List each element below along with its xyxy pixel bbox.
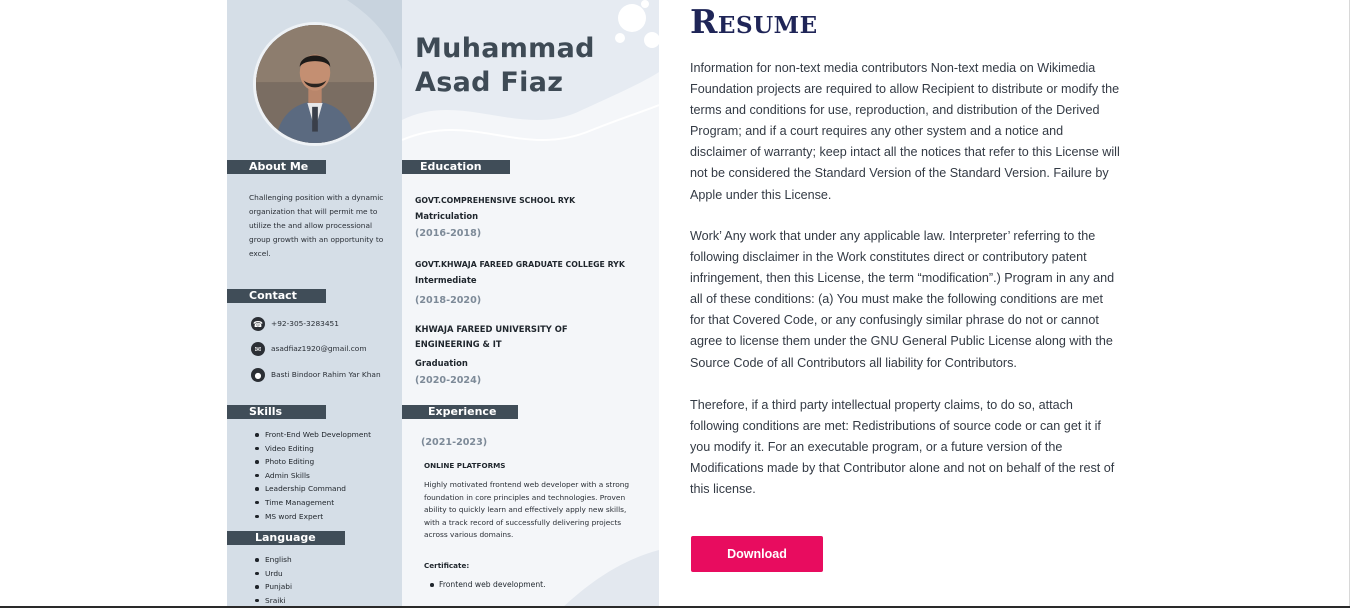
certificate-list: Frontend web development. [430,578,546,592]
language-header: Language [227,531,345,545]
about-me-header: About Me [227,160,326,174]
contact-header: Contact [227,289,326,303]
paragraph-1: Information for non-text media contribut… [690,61,1120,202]
years: (2016-2018) [415,228,482,239]
page-title: Resume [690,2,818,41]
list-item: Admin Skills [255,469,371,483]
degree: Graduation [415,358,468,368]
name-line-2: Asad Fiaz [415,67,564,98]
experience-company: ONLINE PLATFORMS [424,461,506,470]
education-entry-2: GOVT.KHWAJA FAREED GRADUATE COLLEGE RYK … [415,257,625,309]
paragraph-3: Therefore, if a third party intellectual… [690,398,1115,497]
list-item: Leadership Command [255,482,371,496]
list-item: MS word Expert [255,510,371,524]
school-name: GOVT.COMPREHENSIVE SCHOOL RYK [415,196,576,205]
list-item: Frontend web development. [430,578,546,592]
experience-header: Experience [402,405,518,419]
person-avatar-icon [256,25,374,143]
phone-text: +92-305-3283451 [271,319,339,328]
experience-description: Highly motivated frontend web developer … [424,480,630,540]
contact-phone: ☎ +92-305-3283451 [251,317,389,331]
email-icon: ✉ [251,342,265,356]
education-header: Education [402,160,510,174]
degree: Matriculation [415,211,479,221]
list-item: Time Management [255,496,371,510]
profile-photo [253,22,377,146]
email-text: asadfiaz1920@gmail.com [271,344,367,353]
location-pin-icon: ● [251,368,265,382]
years: (2020-2024) [415,375,482,386]
download-button[interactable]: Download [691,536,823,572]
degree: Intermediate [415,275,477,285]
phone-icon: ☎ [251,317,265,331]
school-name: KHWAJA FAREED UNIVERSITY OF ENGINEERING … [415,324,568,349]
experience-years: (2021-2023) [421,437,488,448]
contact-address: ● Basti Bindoor Rahim Yar Khan [251,368,389,382]
list-item: Front-End Web Development [255,428,371,442]
resume-name: Muhammad Asad Fiaz [415,32,595,100]
contact-email: ✉ asadfiaz1920@gmail.com [251,342,389,356]
education-entry-1: GOVT.COMPREHENSIVE SCHOOL RYK Matriculat… [415,193,575,242]
resume-image: Muhammad Asad Fiaz About Me Challenging … [227,0,659,608]
list-item: Photo Editing [255,455,371,469]
skills-header: Skills [227,405,326,419]
about-me-text: Challenging position with a dynamic orga… [249,193,384,258]
education-entry-3: KHWAJA FAREED UNIVERSITY OF ENGINEERING … [415,322,615,389]
list-item: Punjabi [255,580,292,594]
years: (2018-2020) [415,295,482,306]
list-item: Video Editing [255,442,371,456]
language-list: English Urdu Punjabi Sraiki [255,553,292,607]
address-text: Basti Bindoor Rahim Yar Khan [271,370,381,379]
school-name: GOVT.KHWAJA FAREED GRADUATE COLLEGE RYK [415,260,625,269]
list-item: English [255,553,292,567]
skills-list: Front-End Web Development Video Editing … [255,428,371,523]
certificate-label: Certificate: [424,561,470,570]
name-line-1: Muhammad [415,33,595,64]
list-item: Urdu [255,567,292,581]
paragraph-2: Work’ Any work that under any applicable… [690,229,1115,370]
